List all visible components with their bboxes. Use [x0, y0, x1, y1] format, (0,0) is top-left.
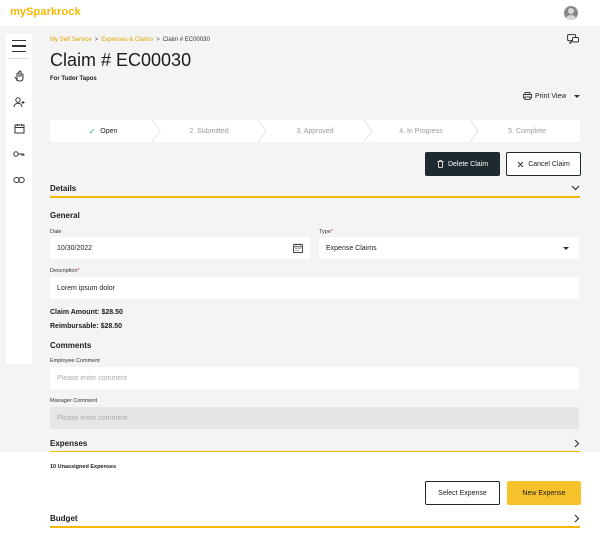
- general-heading: General: [50, 211, 80, 220]
- status-stepper: ✓ Open 2. Submitted 3. Approved 4. In Pro…: [50, 120, 580, 142]
- manager-comment-label: Manager Comment: [50, 398, 98, 404]
- chevron-down-icon[interactable]: [571, 185, 580, 191]
- date-value: 10/30/2022: [57, 244, 93, 252]
- delete-claim-button[interactable]: Delete Claim: [425, 152, 500, 176]
- select-expense-button[interactable]: Select Expense: [425, 481, 500, 505]
- page-subtitle: For Tudor Tapos: [50, 76, 97, 82]
- expenses-heading: Expenses: [50, 438, 88, 448]
- description-input[interactable]: Lorem ipsum dolor: [50, 277, 579, 299]
- step-open: ✓ Open: [50, 120, 156, 142]
- type-label-text: Type: [319, 229, 331, 235]
- step-label: 4. In Progress: [399, 127, 443, 135]
- step-submitted: 2. Submitted: [156, 120, 262, 142]
- menu-icon[interactable]: [6, 36, 32, 56]
- details-heading: Details: [50, 183, 77, 193]
- type-select[interactable]: Expense Claims: [319, 237, 579, 259]
- select-expense-label: Select Expense: [438, 489, 487, 497]
- comments-heading: Comments: [50, 341, 92, 350]
- breadcrumb-current: Claim # EC00030: [162, 37, 210, 43]
- date-label: Date: [50, 229, 62, 235]
- delete-claim-label: Delete Claim: [447, 160, 489, 168]
- user-add-icon[interactable]: [6, 92, 32, 112]
- step-separator: [151, 120, 161, 142]
- step-label: 2. Submitted: [189, 127, 229, 135]
- step-complete: 5. Complete: [474, 120, 580, 142]
- chevron-down-icon: [574, 94, 581, 98]
- top-bar: mySparkrock: [0, 0, 600, 26]
- page-title: Claim # EC00030: [50, 50, 192, 70]
- employee-comment-input[interactable]: Please enter comment: [50, 367, 579, 389]
- required-marker: *: [330, 229, 334, 235]
- breadcrumb-separator: >: [156, 37, 160, 43]
- hand-icon[interactable]: [6, 66, 32, 86]
- date-field[interactable]: 10/30/2022: [50, 237, 310, 259]
- breadcrumb: My Self Service > Expenses & Claims > Claim …: [50, 37, 210, 43]
- budget-heading: Budget: [50, 513, 78, 523]
- calendar-icon[interactable]: [6, 118, 32, 138]
- link-icon[interactable]: [6, 170, 32, 190]
- description-label: Description*: [50, 268, 80, 274]
- print-view-label: Print View: [535, 92, 567, 100]
- calendar-icon[interactable]: [293, 243, 303, 253]
- step-separator: [257, 120, 267, 142]
- chat-icon[interactable]: [567, 34, 579, 45]
- chevron-down-icon: [563, 246, 569, 250]
- trash-icon: [437, 160, 444, 168]
- required-marker: *: [77, 268, 80, 274]
- cancel-claim-label: Cancel Claim: [528, 160, 570, 168]
- check-icon: ✓: [88, 126, 96, 136]
- step-separator: [363, 120, 373, 142]
- new-expense-button[interactable]: New Expense: [507, 481, 581, 505]
- chevron-right-icon[interactable]: [574, 514, 580, 523]
- employee-comment-label: Employee Comment: [50, 358, 100, 364]
- step-label: Open: [100, 127, 118, 135]
- side-nav: [6, 34, 32, 364]
- claim-amount: Claim Amount: $28.50: [50, 309, 123, 316]
- step-label: 3. Approved: [296, 127, 334, 135]
- manager-comment-input: Please enter comment: [50, 407, 579, 429]
- new-expense-label: New Expense: [522, 489, 566, 497]
- type-label: Type*: [319, 229, 333, 235]
- breadcrumb-expenses-claims[interactable]: Expenses & Claims: [101, 37, 153, 43]
- close-icon: [517, 161, 524, 167]
- unassigned-expenses-count: 10 Unassigned Expenses: [50, 464, 117, 470]
- step-approved: 3. Approved: [262, 120, 368, 142]
- printer-icon: [523, 92, 532, 100]
- reimbursable-amount: Reimbursable: $28.50: [50, 323, 122, 330]
- budget-section-header[interactable]: Budget: [50, 510, 580, 528]
- key-icon[interactable]: [6, 144, 32, 164]
- breadcrumb-separator: >: [94, 37, 99, 43]
- avatar[interactable]: [564, 6, 578, 20]
- cancel-claim-button[interactable]: Cancel Claim: [506, 152, 581, 176]
- expenses-section-header[interactable]: Expenses: [50, 435, 580, 453]
- step-label: 5. Complete: [508, 127, 546, 135]
- breadcrumb-my-self-service[interactable]: My Self Service: [50, 37, 92, 43]
- app-logo[interactable]: mySparkrock: [10, 6, 81, 18]
- step-separator: [469, 120, 479, 142]
- type-value: Expense Claims: [326, 244, 377, 252]
- details-section-header[interactable]: Details: [50, 180, 580, 198]
- step-in-progress: 4. In Progress: [368, 120, 474, 142]
- chevron-right-icon[interactable]: [574, 439, 580, 448]
- description-label-text: Description: [50, 268, 78, 274]
- nav-divider: [9, 58, 29, 59]
- print-view-button[interactable]: Print View: [523, 92, 581, 100]
